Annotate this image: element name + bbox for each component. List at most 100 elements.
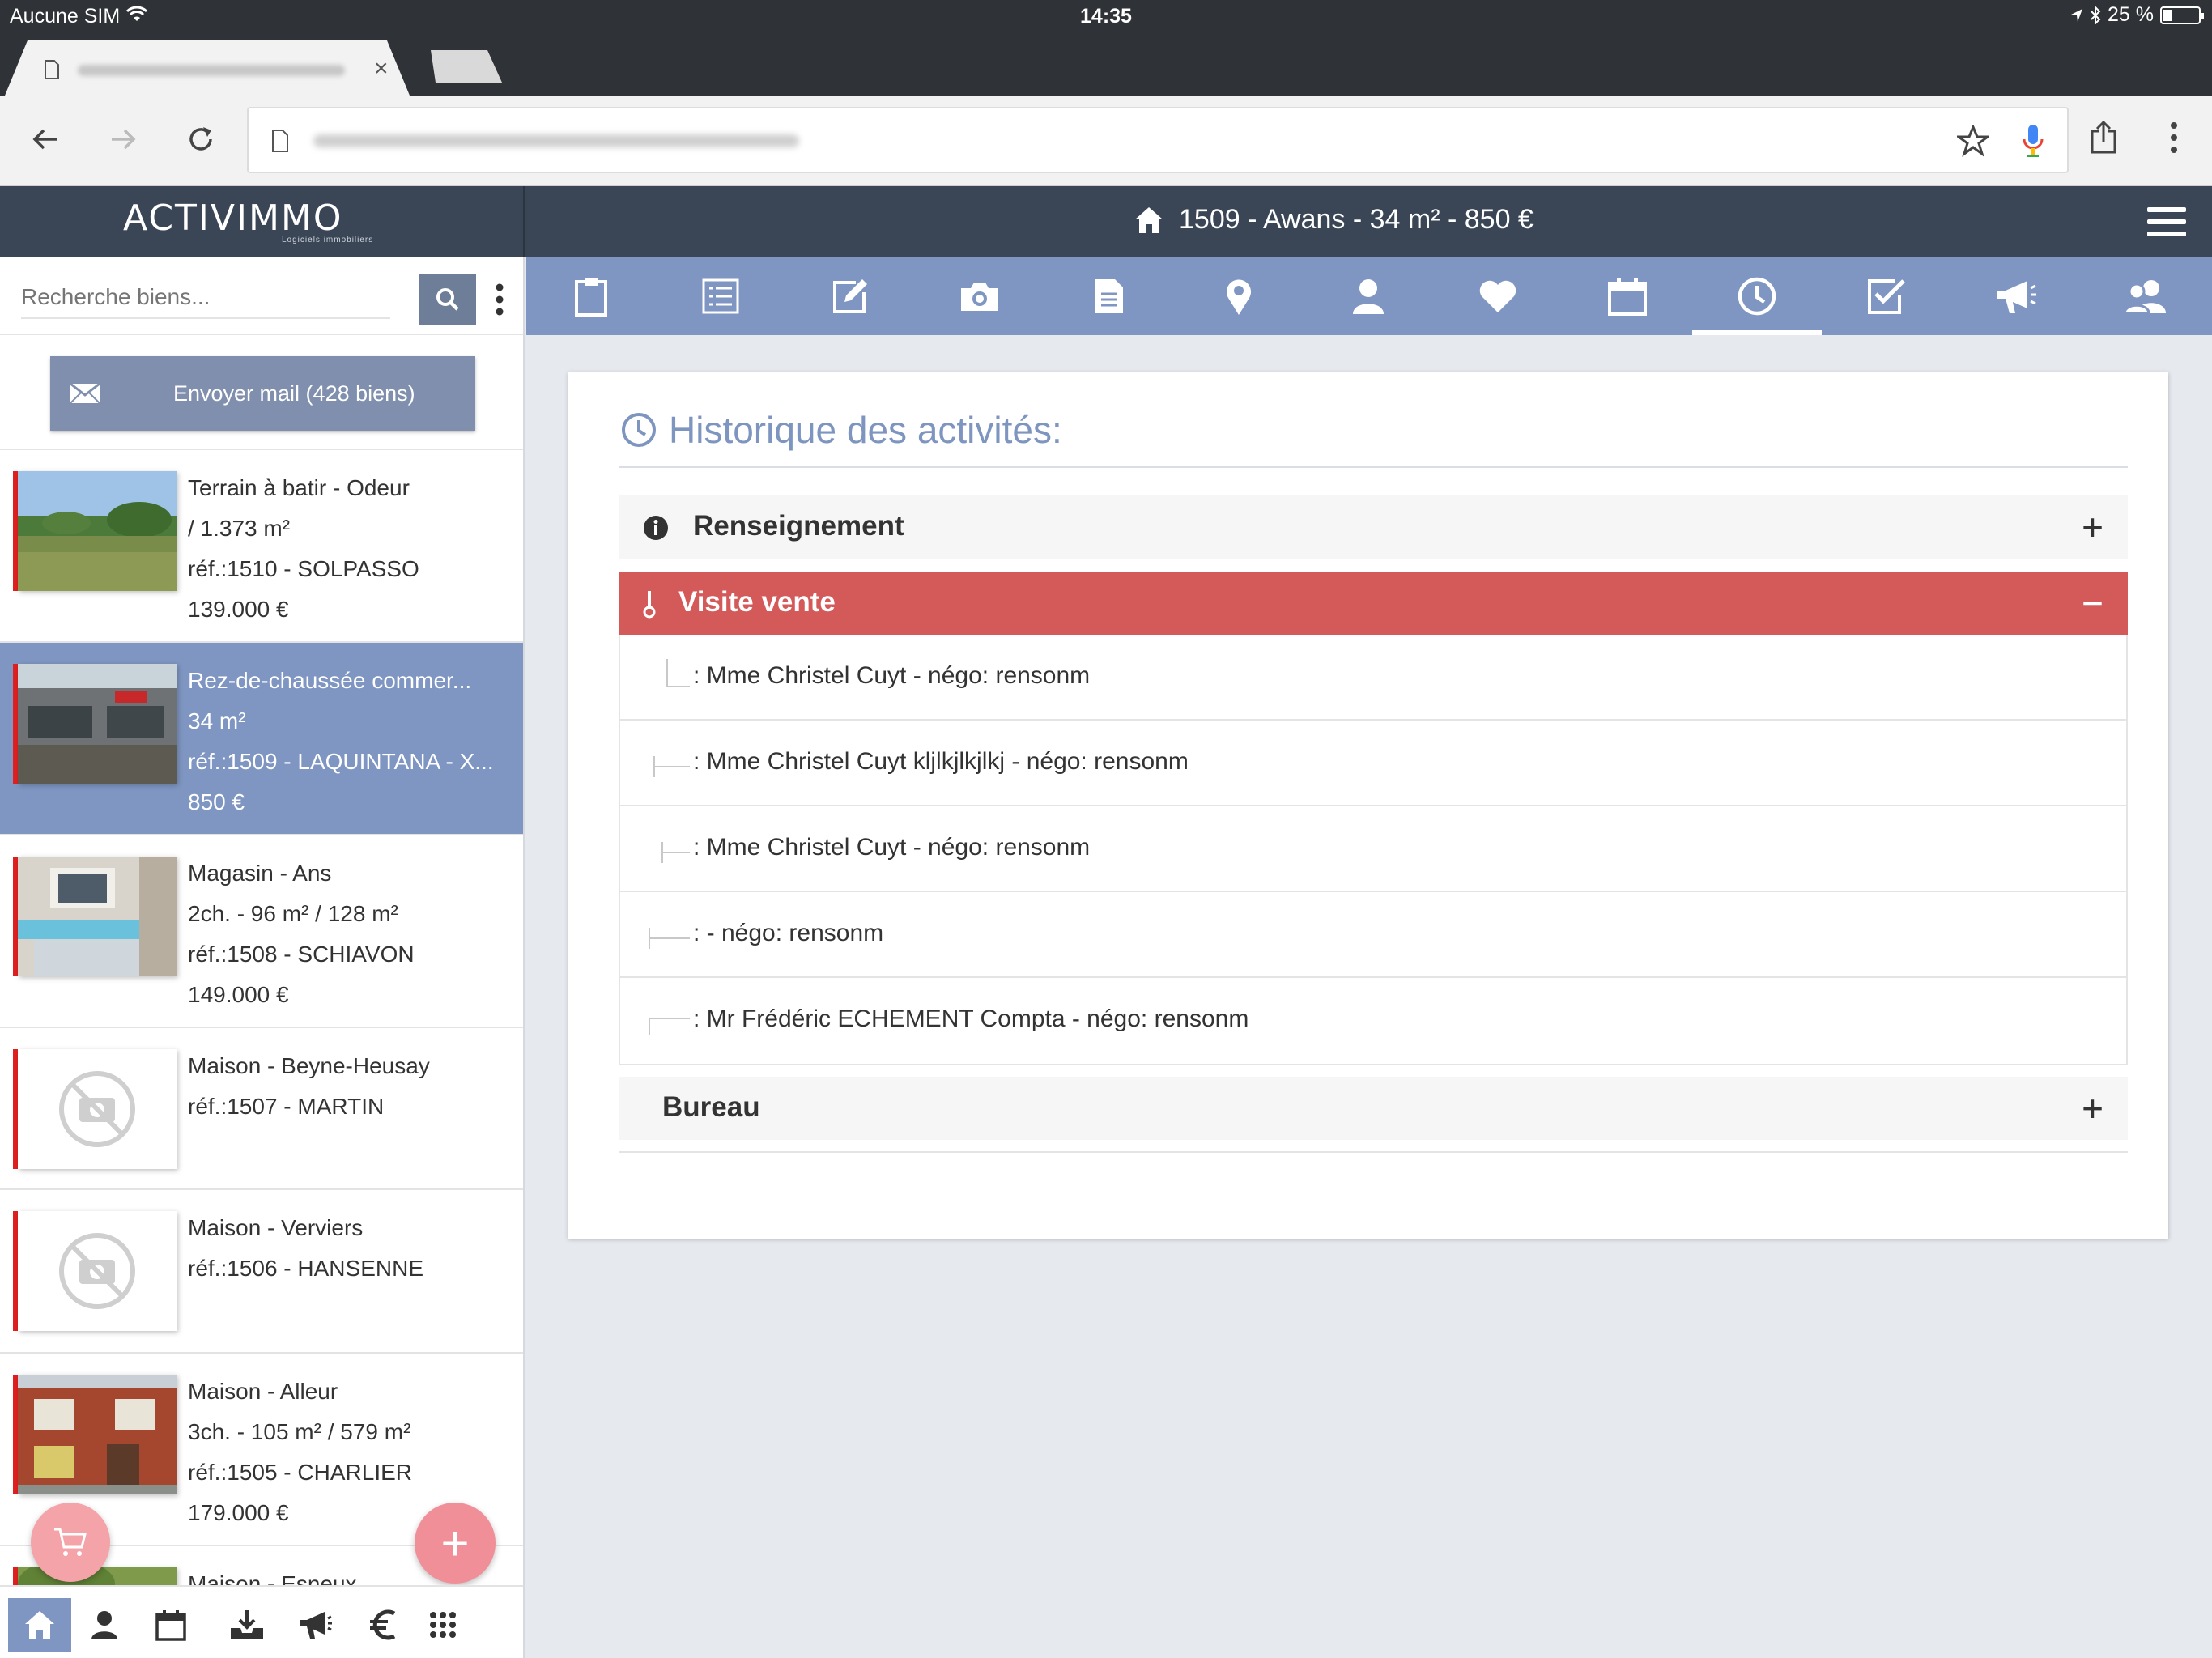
more-options-icon[interactable] xyxy=(496,283,504,316)
nav-apps[interactable] xyxy=(411,1598,474,1652)
edit-icon xyxy=(832,278,869,315)
tab-calendar[interactable] xyxy=(1563,257,1692,335)
list-item[interactable]: Magasin - Ans 2ch. - 96 m² / 128 m² réf.… xyxy=(0,835,523,1028)
activity-row[interactable]: : Mme Christel Cuyt - négo: rensonm xyxy=(620,635,2126,721)
listing-title: Maison - Beyne-Heusay xyxy=(188,1053,430,1078)
tab-owner[interactable] xyxy=(1304,257,1433,335)
heart-icon xyxy=(1478,278,1518,314)
nav-home[interactable] xyxy=(8,1598,71,1652)
property-title-text: 1509 - Awans - 34 m² - 850 € xyxy=(1179,204,1534,235)
listing-price: 850 € xyxy=(188,789,245,814)
listing-title: Terrain à batir - Odeur xyxy=(188,475,410,500)
nav-calendar[interactable] xyxy=(139,1598,202,1652)
tab-documents[interactable] xyxy=(1044,257,1174,335)
tab-photos[interactable] xyxy=(915,257,1044,335)
microphone-icon[interactable] xyxy=(2022,123,2044,159)
bookmark-star-icon[interactable] xyxy=(1957,125,1989,157)
listing-details: 3ch. - 105 m² / 579 m² xyxy=(188,1419,411,1444)
activity-row[interactable]: : Mme Christel Cuyt - négo: rensonm xyxy=(620,806,2126,892)
property-tab-bar xyxy=(526,257,2212,335)
checkbox-icon xyxy=(1867,278,1906,315)
page-title: Historique des activités: xyxy=(620,408,1062,452)
search-input[interactable] xyxy=(21,277,390,319)
reload-icon[interactable] xyxy=(185,123,217,155)
activity-row[interactable]: : Mme Christel Cuyt kljlkjlkjlkj - négo:… xyxy=(620,721,2126,806)
send-mail-button[interactable]: Envoyer mail (428 biens) xyxy=(50,356,475,431)
share-icon[interactable] xyxy=(2089,120,2118,155)
nav-download[interactable] xyxy=(215,1598,279,1652)
url-bar[interactable] xyxy=(247,107,2069,173)
new-tab-button[interactable] xyxy=(431,50,502,83)
list-item[interactable]: Terrain à batir - Odeur / 1.373 m² réf.:… xyxy=(0,450,523,643)
activity-text: : Mr Frédéric ECHEMENT Compta - négo: re… xyxy=(693,1005,1249,1032)
activity-text: : Mme Christel Cuyt - négo: rensonm xyxy=(693,834,1091,861)
add-property-button[interactable]: + xyxy=(415,1503,496,1584)
browser-tab[interactable]: × xyxy=(5,40,410,96)
tab-edit[interactable] xyxy=(785,257,915,335)
hamburger-menu-icon[interactable] xyxy=(2146,204,2188,240)
tab-clipboard[interactable] xyxy=(526,257,656,335)
search-icon xyxy=(436,287,460,312)
browser-menu-icon[interactable] xyxy=(2170,121,2178,154)
tab-list[interactable] xyxy=(656,257,785,335)
logo-area[interactable]: ACTIVIMMO Logiciels immobiliers xyxy=(0,186,525,257)
no-photo-placeholder xyxy=(18,1049,177,1169)
activity-history-panel: Historique des activités: Renseignement … xyxy=(568,372,2168,1239)
forward-arrow-icon[interactable] xyxy=(107,123,139,155)
property-photo xyxy=(18,1375,177,1494)
tab-location[interactable] xyxy=(1174,257,1304,335)
listing-price: 139.000 € xyxy=(188,597,289,622)
tab-title-blurred xyxy=(78,65,345,76)
listing-ref: réf.:1507 - MARTIN xyxy=(188,1094,385,1119)
tab-contacts[interactable] xyxy=(2081,257,2210,335)
logo: ACTIVIMMO xyxy=(123,198,343,239)
section-renseignement[interactable]: Renseignement + xyxy=(619,495,2128,559)
collapse-icon[interactable]: − xyxy=(2082,581,2104,625)
activity-row[interactable]: : - négo: rensonm xyxy=(620,892,2126,978)
battery-icon xyxy=(2160,6,2204,24)
tab-marketing[interactable] xyxy=(1951,257,2081,335)
expand-icon[interactable]: + xyxy=(2082,505,2104,549)
back-arrow-icon[interactable] xyxy=(29,123,62,155)
property-title: 1509 - Awans - 34 m² - 850 € xyxy=(1134,204,1534,236)
inbox-download-icon xyxy=(229,1609,265,1641)
property-list: Terrain à batir - Odeur / 1.373 m² réf.:… xyxy=(0,449,523,1658)
tab-history[interactable] xyxy=(1692,257,1822,335)
search-button[interactable] xyxy=(419,274,476,325)
status-bar: Aucune SIM 14:35 25 % xyxy=(0,0,2212,32)
tab-favorites[interactable] xyxy=(1433,257,1563,335)
tab-tasks[interactable] xyxy=(1822,257,1951,335)
section-label: Bureau xyxy=(662,1091,760,1123)
calendar-icon xyxy=(155,1609,187,1641)
property-photo xyxy=(18,664,177,784)
list-item[interactable]: Maison - Verviers réf.:1506 - HANSENNE xyxy=(0,1190,523,1354)
close-tab-icon[interactable]: × xyxy=(374,57,389,81)
megaphone-icon xyxy=(297,1609,333,1641)
listing-ref: réf.:1505 - CHARLIER xyxy=(188,1460,412,1485)
expand-icon[interactable]: + xyxy=(2082,1086,2104,1130)
page-icon xyxy=(271,130,289,152)
user-icon xyxy=(1351,278,1385,315)
user-icon xyxy=(90,1609,119,1640)
section-label: Renseignement xyxy=(693,510,904,542)
browser-tab-strip: × xyxy=(0,32,2212,96)
section-bureau[interactable]: Bureau + xyxy=(619,1077,2128,1140)
no-photo-placeholder xyxy=(18,1211,177,1331)
location-icon xyxy=(2070,8,2083,23)
list-item-selected[interactable]: Rez-de-chaussée commer... 34 m² réf.:150… xyxy=(0,643,523,835)
send-mail-label: Envoyer mail (428 biens) xyxy=(173,380,415,406)
clock-icon xyxy=(620,411,657,449)
info-icon xyxy=(643,515,669,541)
section-visite-vente[interactable]: Visite vente − xyxy=(619,572,2128,635)
nav-marketing[interactable] xyxy=(283,1598,347,1652)
activity-text: : Mme Christel Cuyt kljlkjlkjlkj - négo:… xyxy=(693,748,1189,775)
nav-contacts[interactable] xyxy=(73,1598,136,1652)
cart-button[interactable] xyxy=(31,1503,110,1582)
nav-finance[interactable] xyxy=(351,1598,415,1652)
listing-ref: réf.:1508 - SCHIAVON xyxy=(188,942,415,967)
listing-price: 149.000 € xyxy=(188,982,289,1007)
euro-icon xyxy=(368,1609,398,1641)
activity-row[interactable]: : Mr Frédéric ECHEMENT Compta - négo: re… xyxy=(620,978,2126,1064)
list-icon xyxy=(702,278,739,314)
list-item[interactable]: Maison - Beyne-Heusay réf.:1507 - MARTIN xyxy=(0,1028,523,1190)
